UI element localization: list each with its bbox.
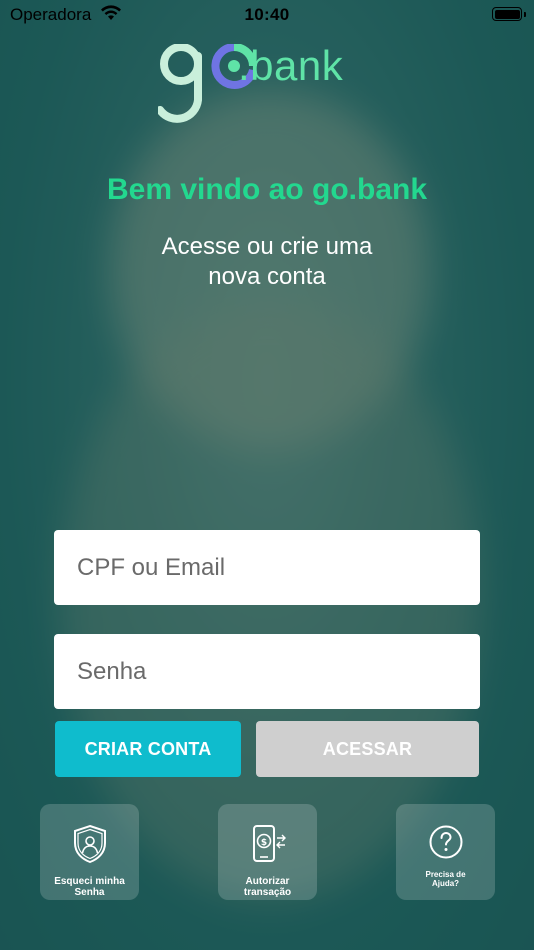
forgot-password-label: Esqueci minha Senha <box>54 876 125 898</box>
help-icon <box>429 825 462 859</box>
welcome-subtitle: Acesse ou crie uma nova conta <box>161 233 373 290</box>
password-input[interactable] <box>54 634 480 709</box>
help-label: Precisa de Ajuda? <box>425 870 466 888</box>
battery-nub <box>524 12 526 17</box>
status-bar: Operadora 10:40 <box>0 0 534 30</box>
phone-money-icon: $ <box>252 825 286 862</box>
create-account-button[interactable]: CRIAR CONTA <box>55 721 241 777</box>
sign-in-button[interactable]: ACESSAR <box>256 721 479 777</box>
logo-wordmark: .bank <box>238 42 344 89</box>
forgot-password-tile[interactable]: Esqueci minha Senha <box>40 804 139 900</box>
authorize-transaction-tile[interactable]: $ Autorizar transação <box>218 804 317 900</box>
battery-icon <box>492 7 522 21</box>
login-screen: Operadora 10:40 .bank Bem vindo ao go.ba… <box>0 0 534 950</box>
welcome-title: Bem vindo ao go.bank <box>106 173 428 206</box>
shield-user-icon <box>73 824 106 864</box>
authorize-transaction-label: Autorizar transação <box>243 876 292 898</box>
help-tile[interactable]: Precisa de Ajuda? <box>396 804 495 900</box>
svg-text:$: $ <box>260 838 266 848</box>
clock: 10:40 <box>244 5 290 24</box>
cpf-email-input[interactable] <box>54 530 480 605</box>
